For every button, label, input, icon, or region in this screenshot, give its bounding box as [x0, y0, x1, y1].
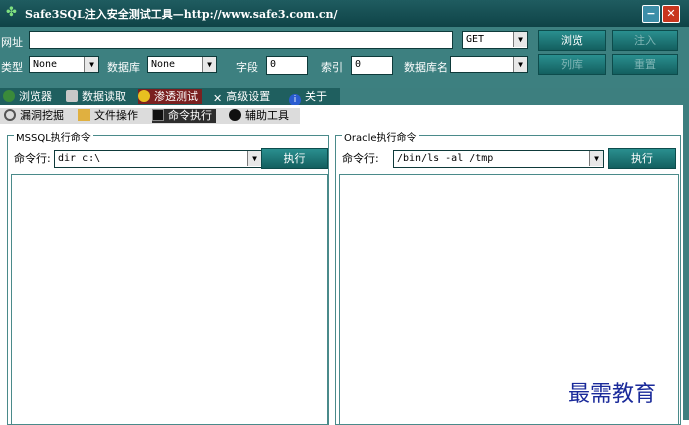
tab-about[interactable]: i 关于: [289, 89, 327, 106]
subtab-file-ops[interactable]: 文件操作: [78, 109, 138, 123]
tab-advanced[interactable]: ✕ 高级设置: [213, 89, 270, 105]
oracle-group-title: Oracle执行命令: [342, 129, 419, 144]
main-tab-bar: 浏览器 数据读取 渗透测试 ✕ 高级设置 i 关于: [0, 88, 340, 106]
list-db-button[interactable]: 列库: [538, 54, 606, 75]
oracle-cmd-label: 命令行:: [342, 152, 379, 165]
content-area: 漏洞挖掘 文件操作 命令执行 辅助工具 MSSQL执行命令 命令行: dir c…: [0, 105, 683, 425]
subtab-command-exec[interactable]: 命令执行: [152, 109, 216, 123]
db-select[interactable]: None ▼: [147, 56, 217, 73]
method-value: GET: [466, 34, 485, 45]
oracle-command-select[interactable]: /bin/ls -al /tmp ▼: [393, 150, 604, 168]
index-input[interactable]: 0: [351, 56, 393, 75]
mssql-group: MSSQL执行命令 命令行: dir c:\ ▼ 执行: [7, 129, 329, 425]
window-title: Safe3SQL注入安全测试工具—http://www.safe3.com.cn…: [25, 8, 338, 21]
terminal-icon: [152, 109, 164, 121]
type-label: 类型: [1, 61, 23, 74]
type-value: None: [33, 59, 58, 70]
dbname-label: 数据库名: [404, 61, 448, 74]
type-select[interactable]: None ▼: [29, 56, 99, 73]
reset-button[interactable]: 重置: [612, 54, 678, 75]
window-border: [683, 105, 689, 420]
tools-icon: ✕: [213, 92, 223, 105]
app-window: ✤ Safe3SQL注入安全测试工具—http://www.safe3.com.…: [0, 0, 689, 425]
chevron-down-icon[interactable]: ▼: [247, 151, 261, 166]
index-label: 索引: [321, 61, 343, 74]
title-bar[interactable]: ✤ Safe3SQL注入安全测试工具—http://www.safe3.com.…: [0, 0, 689, 27]
oracle-exec-button[interactable]: 执行: [608, 148, 676, 169]
folder-icon: [78, 109, 90, 121]
mssql-exec-button[interactable]: 执行: [261, 148, 328, 169]
chevron-down-icon[interactable]: ▼: [589, 151, 603, 166]
chevron-down-icon[interactable]: ▼: [202, 57, 216, 72]
inject-button[interactable]: 注入: [612, 30, 678, 51]
subtab-helper-tools[interactable]: 辅助工具: [229, 109, 289, 123]
mssql-output-area[interactable]: [11, 174, 328, 424]
minimize-button[interactable]: −: [642, 5, 660, 23]
radiation-icon: [138, 90, 150, 102]
oracle-command-value: /bin/ls -al /tmp: [397, 153, 494, 164]
db-value: None: [151, 59, 176, 70]
close-button[interactable]: ✕: [662, 5, 680, 23]
tab-pentest[interactable]: 渗透测试: [138, 89, 202, 104]
control-panel: 网址 GET ▼ 浏览 注入 类型 None ▼ 数据库 None ▼ 字段 0…: [0, 27, 689, 88]
url-label: 网址: [1, 36, 23, 49]
method-select[interactable]: GET ▼: [462, 31, 528, 49]
subtab-vuln-mining[interactable]: 漏洞挖掘: [4, 109, 64, 123]
url-input[interactable]: [29, 31, 453, 49]
clover-icon: ✤: [6, 5, 17, 20]
field-label: 字段: [236, 61, 258, 74]
browse-button[interactable]: 浏览: [538, 30, 606, 51]
ball-icon: [229, 109, 241, 121]
chevron-down-icon[interactable]: ▼: [513, 57, 527, 72]
magnifier-icon: [4, 109, 16, 121]
chevron-down-icon[interactable]: ▼: [513, 32, 527, 47]
tab-browser[interactable]: 浏览器: [3, 89, 52, 104]
globe-icon: [3, 90, 15, 102]
mssql-command-value: dir c:\: [58, 153, 101, 164]
database-icon: [66, 90, 78, 102]
tab-data-read[interactable]: 数据读取: [66, 89, 126, 104]
chevron-down-icon[interactable]: ▼: [84, 57, 98, 72]
dbname-select[interactable]: ▼: [450, 56, 528, 73]
mssql-cmd-label: 命令行:: [14, 152, 51, 165]
mssql-group-title: MSSQL执行命令: [14, 129, 93, 144]
mssql-command-select[interactable]: dir c:\ ▼: [54, 150, 262, 168]
field-input[interactable]: 0: [266, 56, 308, 75]
db-label: 数据库: [107, 61, 140, 74]
watermark-text: 最需教育: [568, 382, 657, 407]
